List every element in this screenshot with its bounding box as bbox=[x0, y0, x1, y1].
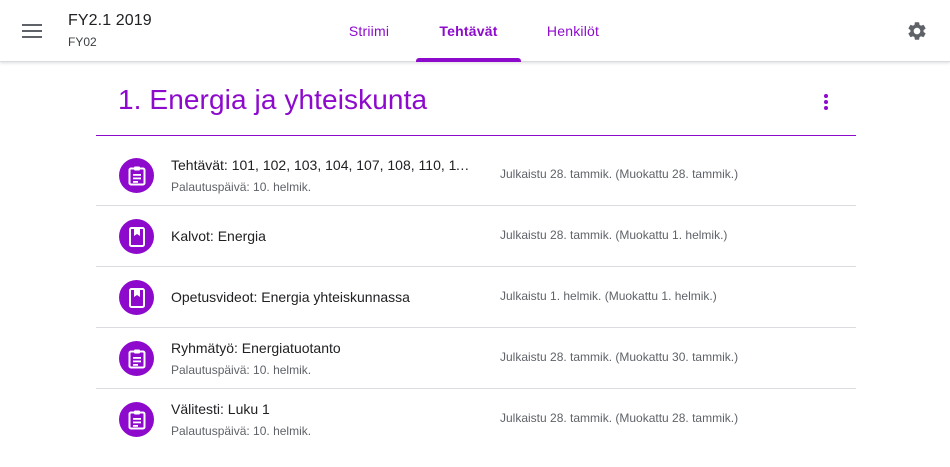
material-icon bbox=[119, 280, 154, 315]
item-title[interactable]: Ryhmätyö: Energiatuotanto bbox=[171, 340, 471, 356]
assignment-icon bbox=[119, 341, 154, 376]
item-title[interactable]: Välitesti: Luku 1 bbox=[171, 401, 471, 417]
top-app-bar: FY2.1 2019 FY02 Striimi Tehtävät Henkilö… bbox=[0, 0, 950, 62]
list-item[interactable]: Kalvot: Energia Julkaistu 28. tammik. (M… bbox=[96, 206, 856, 267]
topic-header: 1. Energia ja yhteiskunta bbox=[96, 62, 856, 136]
assignment-icon bbox=[119, 158, 154, 193]
item-title[interactable]: Kalvot: Energia bbox=[171, 228, 471, 244]
tab-stream[interactable]: Striimi bbox=[331, 0, 407, 62]
list-item[interactable]: Ryhmätyö: Energiatuotanto Palautuspäivä:… bbox=[96, 328, 856, 389]
class-title[interactable]: FY2.1 2019 bbox=[68, 12, 152, 30]
tab-label: Tehtävät bbox=[439, 23, 498, 39]
item-due-date: Palautuspäivä: 10. helmik. bbox=[171, 363, 312, 377]
tab-label: Henkilöt bbox=[546, 23, 600, 39]
class-section: FY02 bbox=[68, 35, 97, 49]
list-item[interactable]: Opetusvideot: Energia yhteiskunnassa Jul… bbox=[96, 267, 856, 328]
hamburger-menu-icon[interactable] bbox=[14, 13, 50, 49]
item-posted-info: Julkaistu 28. tammik. (Muokattu 1. helmi… bbox=[500, 228, 728, 242]
item-posted-info: Julkaistu 28. tammik. (Muokattu 28. tamm… bbox=[500, 167, 739, 181]
item-posted-info: Julkaistu 1. helmik. (Muokattu 1. helmik… bbox=[500, 289, 717, 303]
tab-label: Striimi bbox=[348, 23, 390, 39]
topic-title: 1. Energia ja yhteiskunta bbox=[118, 84, 428, 115]
tab-bar: Striimi Tehtävät Henkilöt bbox=[0, 0, 950, 62]
classwork-list: Tehtävät: 101, 102, 103, 104, 107, 108, … bbox=[96, 145, 856, 450]
item-posted-info: Julkaistu 28. tammik. (Muokattu 28. tamm… bbox=[500, 411, 739, 425]
gear-icon[interactable] bbox=[898, 12, 936, 50]
item-title[interactable]: Opetusvideot: Energia yhteiskunnassa bbox=[171, 289, 471, 305]
item-due-date: Palautuspäivä: 10. helmik. bbox=[171, 424, 312, 438]
item-posted-info: Julkaistu 28. tammik. (Muokattu 30. tamm… bbox=[500, 350, 739, 364]
list-item[interactable]: Tehtävät: 101, 102, 103, 104, 107, 108, … bbox=[96, 145, 856, 206]
tab-classwork[interactable]: Tehtävät bbox=[416, 0, 521, 62]
material-icon bbox=[119, 219, 154, 254]
tab-people[interactable]: Henkilöt bbox=[531, 0, 615, 62]
assignment-icon bbox=[119, 402, 154, 437]
item-title[interactable]: Tehtävät: 101, 102, 103, 104, 107, 108, … bbox=[171, 157, 471, 173]
list-item[interactable]: Välitesti: Luku 1 Palautuspäivä: 10. hel… bbox=[96, 389, 856, 450]
more-vert-icon[interactable] bbox=[810, 86, 842, 118]
item-due-date: Palautuspäivä: 10. helmik. bbox=[171, 180, 312, 194]
active-tab-indicator bbox=[416, 58, 521, 62]
